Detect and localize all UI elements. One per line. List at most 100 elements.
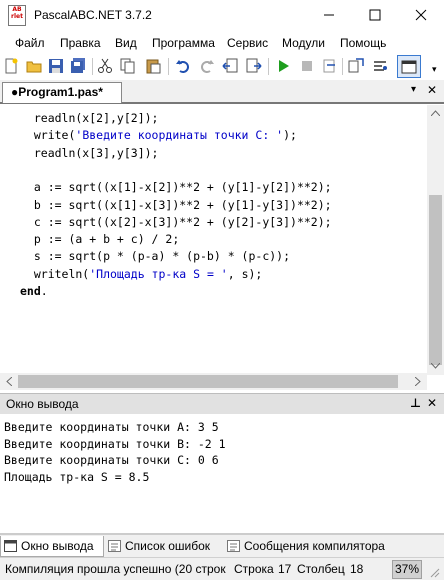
keyword: end [20,284,41,298]
output-text-area[interactable]: Введите координаты точки A: 3 5 Введите к… [0,414,444,534]
code-line: a := sqrt((x[1]-x[2])**2 + (y[1]-y[2])**… [20,179,332,195]
menu-tools[interactable]: Сервис [227,36,268,50]
redo-icon[interactable] [199,58,215,74]
code-token: . [40,284,48,298]
window-title: PascalABC.NET 3.7.2 [34,8,152,22]
menu-modules[interactable]: Модули [282,36,325,50]
toolbar-separator [342,58,343,75]
compiler-messages-icon [227,540,240,552]
run-icon[interactable] [275,58,291,74]
tab-error-list[interactable]: Список ошибок [105,536,219,557]
minimize-icon [324,14,334,16]
copy-icon[interactable] [120,58,136,74]
scrollbar-thumb[interactable] [429,195,442,365]
menu-view[interactable]: Вид [115,36,137,50]
editor-vertical-scrollbar[interactable] [427,105,444,375]
code-token: writeln( [20,266,90,281]
output-window-icon [4,540,17,552]
menu-program[interactable]: Программа [152,36,215,50]
toolbar-separator [92,58,93,75]
new-file-icon[interactable] [3,58,19,74]
output-window-icon [401,60,417,74]
code-token: c := sqrt((x[2]-x[3])**2 + (y[2]-y[3])**… [20,214,332,229]
code-token: readln(x[2],y[2]); [20,111,159,125]
tab-label: Сообщения компилятора [244,539,385,553]
scrollbar-thumb[interactable] [18,375,398,388]
app-logo-icon: AB rlet [8,5,26,26]
undo-icon[interactable] [175,58,191,74]
close-window-button[interactable] [398,0,444,30]
code-line: writeln('Площадь тр-ка S = ', s); [20,266,263,282]
save-icon[interactable] [48,58,64,74]
maximize-icon [369,9,381,21]
tab-label: Окно вывода [21,539,94,553]
code-token: readln(x[3],y[3]); [20,145,159,160]
code-line: p := (a + b + c) / 2; [20,231,179,247]
output-line: Введите координаты точки B: -2 1 [4,436,226,451]
toolbar-separator [168,58,169,75]
paste-icon[interactable] [145,58,161,74]
status-message: Компиляция прошла успешно (20 строк [5,562,226,576]
close-tab-icon[interactable]: ✕ [427,83,437,97]
code-line: readln(x[3],y[3]); [20,145,159,161]
bottom-tab-bar: Окно вывода Список ошибок Сообщения комп… [0,534,444,557]
toolbar-overflow-icon[interactable]: ▾ [432,65,437,75]
code-line: readln(x[2],y[2]); [20,110,159,126]
step-over-icon[interactable] [322,58,338,74]
editor-horizontal-scrollbar[interactable] [0,373,427,390]
tab-label: Список ошибок [125,539,211,553]
code-token: ); [283,128,297,143]
code-line: b := sqrt((x[1]-x[3])**2 + (y[1]-y[3])**… [20,197,332,213]
column-value: 18 [350,562,364,576]
column-label: Столбец [297,562,345,576]
resize-grip-icon[interactable] [430,568,440,578]
minimize-button[interactable] [306,0,352,30]
menu-file[interactable]: Файл [15,36,45,50]
zoom-level[interactable]: 37% [392,560,422,579]
navigate-forward-icon[interactable] [246,58,262,74]
tab-program1[interactable]: ●Program1.pas* [2,82,122,103]
navigate-back-icon[interactable] [222,58,238,74]
editor-tab-bar: ●Program1.pas* ▾ ✕ [0,80,444,104]
scroll-right-icon[interactable] [415,377,421,386]
code-token: a := sqrt((x[1]-x[2])**2 + (y[1]-y[2])**… [20,180,332,195]
close-icon [415,9,427,21]
title-bar: AB rlet PascalABC.NET 3.7.2 [0,0,444,31]
string-literal: 'Введите координаты точки C: ' [75,128,284,143]
maximize-button[interactable] [352,0,398,30]
code-line: write('Введите координаты точки C: '); [20,127,297,143]
cut-icon[interactable] [97,58,113,74]
output-line: Введите координаты точки C: 0 6 [4,453,219,467]
menu-bar: Файл Правка Вид Программа Сервис Модули … [0,33,444,55]
output-window-toggle[interactable] [397,55,421,78]
output-panel-title: Окно вывода [6,397,79,411]
close-panel-icon[interactable]: ✕ [427,396,437,410]
output-line: Площадь тр-ка S = 8.5 [4,469,150,484]
debug-icon[interactable] [372,58,388,74]
code-token: p := (a + b + c) / 2; [20,232,180,247]
toolbar-separator [268,58,269,75]
output-panel-header: Окно вывода ⊥ ✕ [0,393,444,414]
scroll-down-icon[interactable] [431,363,440,369]
stop-icon[interactable] [299,58,315,74]
error-list-icon [108,540,121,552]
menu-edit[interactable]: Правка [60,36,101,50]
pin-icon[interactable]: ⊥ [410,396,421,410]
scroll-up-icon[interactable] [431,110,440,116]
tab-list-dropdown-icon[interactable]: ▾ [411,84,416,95]
string-literal: 'Площадь тр-ка S = ' [89,266,228,281]
tab-compiler-messages[interactable]: Сообщения компилятора [224,536,394,557]
step-into-icon[interactable] [348,58,364,74]
code-token: b := sqrt((x[1]-x[3])**2 + (y[1]-y[3])**… [20,197,332,212]
code-editor[interactable]: readln(x[2],y[2]); write('Введите коорди… [0,105,427,373]
code-line: c := sqrt((x[2]-x[3])**2 + (y[2]-y[3])**… [20,214,332,230]
save-all-icon[interactable] [70,58,86,74]
line-value: 17 [278,562,292,576]
code-line: end. [20,283,48,299]
menu-help[interactable]: Помощь [340,36,386,50]
status-bar: Компиляция прошла успешно (20 строк Стро… [0,557,444,580]
open-folder-icon[interactable] [26,58,42,74]
scroll-left-icon[interactable] [6,377,12,386]
tab-output-window[interactable]: Окно вывода [0,536,104,557]
toolbar: ▾ [0,55,444,79]
